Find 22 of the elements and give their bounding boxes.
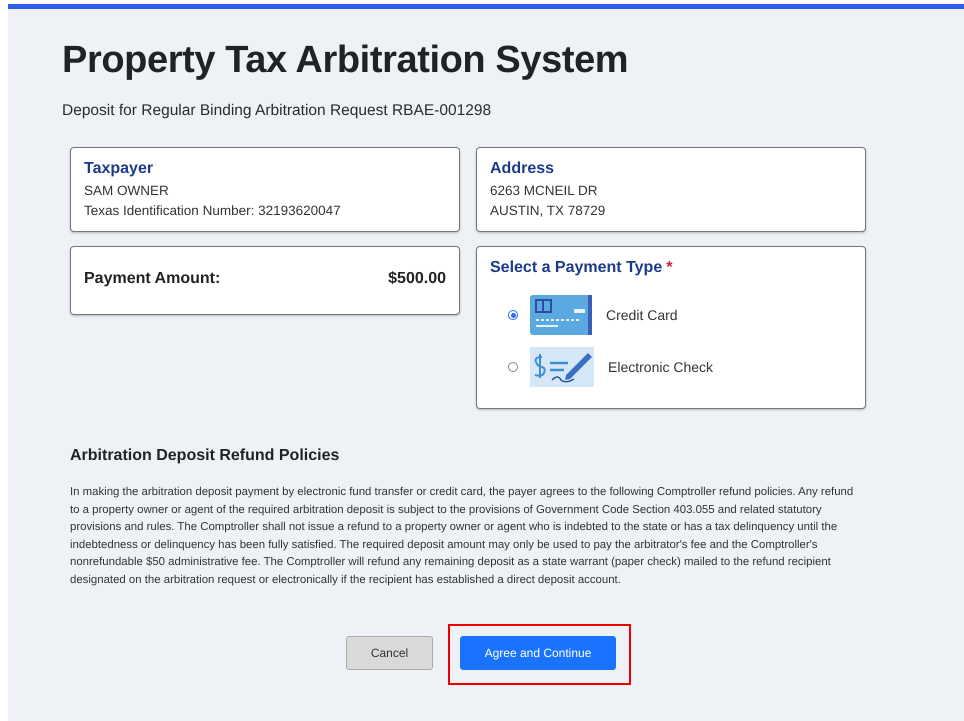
address-line: AUSTIN, TX 78729 [490, 202, 606, 220]
payment-option-label[interactable]: Electronic Check [608, 359, 714, 375]
card-heading: Taxpayer [84, 160, 154, 178]
card-heading: Select a Payment Type [490, 259, 662, 276]
page-subtitle: Deposit for Regular Binding Arbitration Request RBAE-001298 [62, 102, 492, 120]
payment-amount-label: Payment Amount: [84, 270, 220, 288]
payment-amount-value: $500.00 [388, 270, 446, 288]
card-heading: Address [490, 160, 556, 178]
credit-card-icon [530, 295, 592, 335]
policy-paragraph: In making the arbitration deposit payment by electronic fund transfer or credit card, the payer agrees to the following Comptroller refund policies. Any refund to a property owner or agent of the required arbitration deposit is subject to the provisions of Government Code Section 403.055 and related statutory provisions and rules. The Comptroller shall not issue a refund to a property owner or agent who is indebted to the state or has a tax delinquency until the indebtedness or delinquency has been fully satisfied. The required deposit amount may only be used to pay the arbitrator's fee and the Comptroller's nonrefundable $50 administrative fee. The Comptroller will refund any remaining deposit as a state warrant (paper check) mailed to the refund recipient designated on the arbitration request or electronically if the recipient has established a direct deposit account. [70, 485, 854, 588]
required-mark: * [666, 259, 672, 276]
taxpayer-detail: SAM OWNER [84, 182, 170, 200]
cancel-button[interactable]: Cancel [346, 636, 433, 670]
address-line: 6263 MCNEIL DR [490, 182, 599, 200]
radio-button[interactable] [508, 362, 518, 372]
page-title: Property Tax Arbitration System [62, 39, 630, 82]
taxpayer-detail: Texas Identification Number: 32193620047 [84, 202, 342, 220]
radio-button[interactable] [508, 310, 518, 320]
agree-button[interactable]: Agree and Continue [460, 636, 616, 670]
payment-option-label[interactable]: Credit Card [606, 307, 678, 323]
section-heading: Arbitration Deposit Refund Policies [70, 447, 340, 465]
check-signing-icon [530, 347, 594, 387]
